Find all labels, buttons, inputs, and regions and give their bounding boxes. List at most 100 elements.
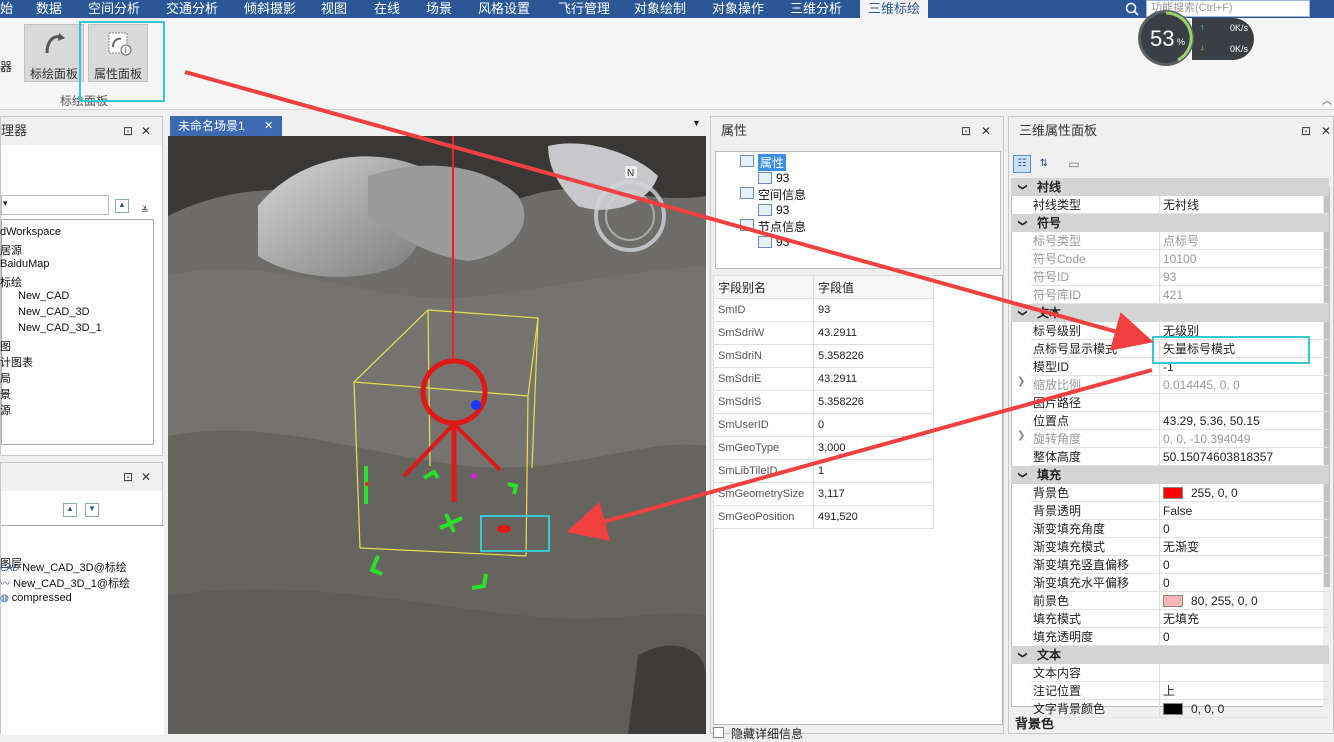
workspace-tree-item-5[interactable]: New_CAD_3D [18, 306, 90, 318]
prop-category-1[interactable]: ❯ 符号 [1011, 214, 1329, 232]
prop-row[interactable]: 旋转角度 0, 0, -10.394049 ❯ [1011, 430, 1329, 448]
layer-item-1[interactable]: CAD New_CAD_3D@标绘 [0, 559, 127, 575]
field-row[interactable]: SmSdriN 5.358226 [713, 344, 934, 368]
prop-value[interactable]: 点标号 [1159, 232, 1327, 250]
scene-tab-dropdown-icon[interactable]: ▼ [692, 118, 701, 128]
prop-row[interactable]: 衬线类型 无衬线 [1011, 196, 1329, 214]
prop-category-2[interactable]: ❯ 文本 [1011, 304, 1329, 322]
prop-category-0[interactable]: ❯ 衬线 [1011, 178, 1329, 196]
field-row[interactable]: SmGeometrySize 3,117 [713, 482, 934, 506]
workspace-combo[interactable]: ▾ [1, 195, 109, 215]
pin-icon[interactable]: ⊡ [123, 117, 133, 145]
attr-tree-item-1[interactable]: 93 [776, 171, 789, 185]
menu-item-9[interactable]: 飞行管理 [558, 0, 610, 18]
field-row[interactable]: SmID 93 [713, 298, 934, 322]
prop-value[interactable]: 0.014445, 0, 0 [1159, 376, 1327, 394]
sort-az-icon[interactable]: ⇅ [1035, 155, 1053, 173]
prop-row[interactable]: 位置点 43.29, 5.36, 50.15 [1011, 412, 1329, 430]
menu-item-12[interactable]: 三维分析 [790, 0, 842, 18]
field-row[interactable]: SmSdriE 43.2911 [713, 367, 934, 391]
prop-row[interactable]: 图片路径 [1011, 394, 1329, 412]
prop-row[interactable]: 渐变填充模式 无渐变 [1011, 538, 1329, 556]
prop-row[interactable]: 注记位置 上 [1011, 682, 1329, 700]
expand-arrow-icon[interactable]: ❯ [1014, 219, 1032, 227]
attr-close-icon[interactable]: ✕ [981, 117, 991, 145]
prop-value[interactable] [1159, 664, 1327, 682]
field-row[interactable]: SmGeoType 3,000 [713, 436, 934, 460]
prop-value[interactable]: 43.29, 5.36, 50.15 [1159, 412, 1327, 430]
hide-detail-checkbox[interactable] [713, 727, 724, 738]
property-page-icon[interactable]: ▭ [1065, 155, 1083, 173]
workspace-tree-item-4[interactable]: New_CAD [18, 290, 69, 302]
prop-category-3[interactable]: ❯ 填充 [1011, 466, 1329, 484]
menu-item-0[interactable]: 始 [0, 0, 13, 18]
menu-item-3[interactable]: 交通分析 [166, 0, 218, 18]
prop-row[interactable]: 符号ID 93 [1011, 268, 1329, 286]
menu-item-6[interactable]: 在线 [374, 0, 400, 18]
field-row[interactable]: SmGeoPosition 491,520 [713, 505, 934, 529]
prop-value[interactable]: 无衬线 [1159, 196, 1327, 214]
menu-item-10[interactable]: 对象绘制 [634, 0, 686, 18]
attr-tree-item-4[interactable]: 节点信息 [758, 218, 806, 235]
prop-value[interactable]: 无渐变 [1159, 538, 1327, 556]
prop-close-icon[interactable]: ✕ [1321, 117, 1331, 145]
layer-pin-icon[interactable]: ⊡ [123, 463, 133, 491]
prop-value[interactable]: 10100 [1159, 250, 1327, 268]
expand-arrow-icon[interactable]: ❯ [1014, 651, 1032, 659]
prop-value[interactable]: 0, 0, 0 [1159, 700, 1327, 718]
prop-value[interactable]: 0 [1159, 520, 1327, 538]
attr-pin-icon[interactable]: ⊡ [961, 117, 971, 145]
layer-close-icon[interactable]: ✕ [141, 463, 151, 491]
prop-row[interactable]: 符号Code 10100 [1011, 250, 1329, 268]
prop-row[interactable]: 填充透明度 0 [1011, 628, 1329, 646]
tree-up-button[interactable]: ▲ [115, 199, 129, 213]
menu-item-11[interactable]: 对象操作 [712, 0, 764, 18]
prop-value[interactable]: False [1159, 502, 1327, 520]
workspace-tree-item-8[interactable]: 计图表 [0, 354, 33, 370]
prop-value[interactable]: 421 [1159, 286, 1327, 304]
menu-item-1[interactable]: 数据 [36, 0, 62, 18]
workspace-tree-item-2[interactable]: BaiduMap [0, 258, 50, 270]
prop-value[interactable]: 255, 0, 0 [1159, 484, 1327, 502]
layer-up-button[interactable]: ▲ [63, 503, 77, 517]
layer-item-3[interactable]: ◍ compressed [0, 592, 72, 604]
menu-item-7[interactable]: 场景 [426, 0, 452, 18]
prop-value[interactable]: 0 [1159, 556, 1327, 574]
scene-tab[interactable]: 未命名场景1 ✕ [170, 116, 282, 136]
plot-panel-button[interactable]: 标绘面板 [24, 24, 84, 82]
prop-value[interactable]: 无填充 [1159, 610, 1327, 628]
workspace-tree-item-7[interactable]: 图 [0, 338, 11, 354]
prop-value[interactable]: 80, 255, 0, 0 [1159, 592, 1327, 610]
layer-down-button[interactable]: ▼ [85, 503, 99, 517]
attr-tree-item-0[interactable]: 属性 [758, 154, 787, 171]
expand-arrow-icon[interactable]: ❯ [1014, 309, 1032, 317]
prop-row[interactable]: 符号库ID 421 [1011, 286, 1329, 304]
tree-menu-button[interactable]: ≚ [141, 205, 149, 216]
prop-value[interactable]: 0 [1159, 628, 1327, 646]
prop-category-4[interactable]: ❯ 文本 [1011, 646, 1329, 664]
scene-tab-close-icon[interactable]: ✕ [264, 116, 273, 136]
prop-row[interactable]: 文字背景颜色 0, 0, 0 [1011, 700, 1329, 718]
prop-row[interactable]: 背景透明 False [1011, 502, 1329, 520]
workspace-tree-item-0[interactable]: dWorkspace [0, 226, 61, 238]
prop-row[interactable]: 渐变填充水平偏移 0 [1011, 574, 1329, 592]
layer-item-2[interactable]: 〰 New_CAD_3D_1@标绘 [0, 575, 130, 591]
menu-item-5[interactable]: 视图 [321, 0, 347, 18]
workspace-tree-item-10[interactable]: 景 [0, 386, 11, 402]
prop-row[interactable]: 填充模式 无填充 [1011, 610, 1329, 628]
ribbon-collapse-icon[interactable]: ︿ [1322, 92, 1332, 107]
menu-item-8[interactable]: 风格设置 [478, 0, 530, 18]
prop-value[interactable]: 0 [1159, 574, 1327, 592]
prop-row[interactable]: 整体高度 50.15074603818357 [1011, 448, 1329, 466]
attr-tree-item-3[interactable]: 93 [776, 203, 789, 217]
workspace-tree-item-6[interactable]: New_CAD_3D_1 [18, 322, 102, 334]
field-row[interactable]: SmUserID 0 [713, 413, 934, 437]
field-row[interactable]: SmSdriW 43.2911 [713, 321, 934, 345]
prop-row[interactable]: 渐变填充角度 0 [1011, 520, 1329, 538]
categorized-view-icon[interactable]: ☷ [1013, 155, 1031, 173]
prop-value[interactable]: 上 [1159, 682, 1327, 700]
expand-chevron-icon[interactable]: ❯ [1017, 430, 1025, 441]
close-icon[interactable]: ✕ [141, 117, 151, 145]
field-row[interactable]: SmSdriS 5.358226 [713, 390, 934, 414]
expand-arrow-icon[interactable]: ❯ [1014, 183, 1032, 191]
